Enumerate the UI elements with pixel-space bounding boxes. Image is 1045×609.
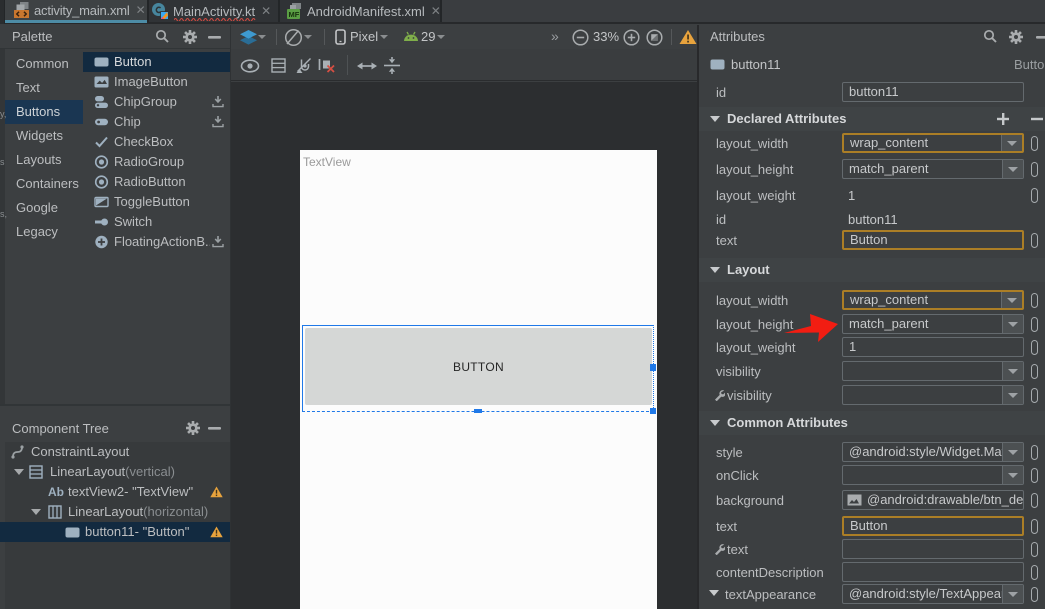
- svg-text:MF: MF: [289, 10, 300, 19]
